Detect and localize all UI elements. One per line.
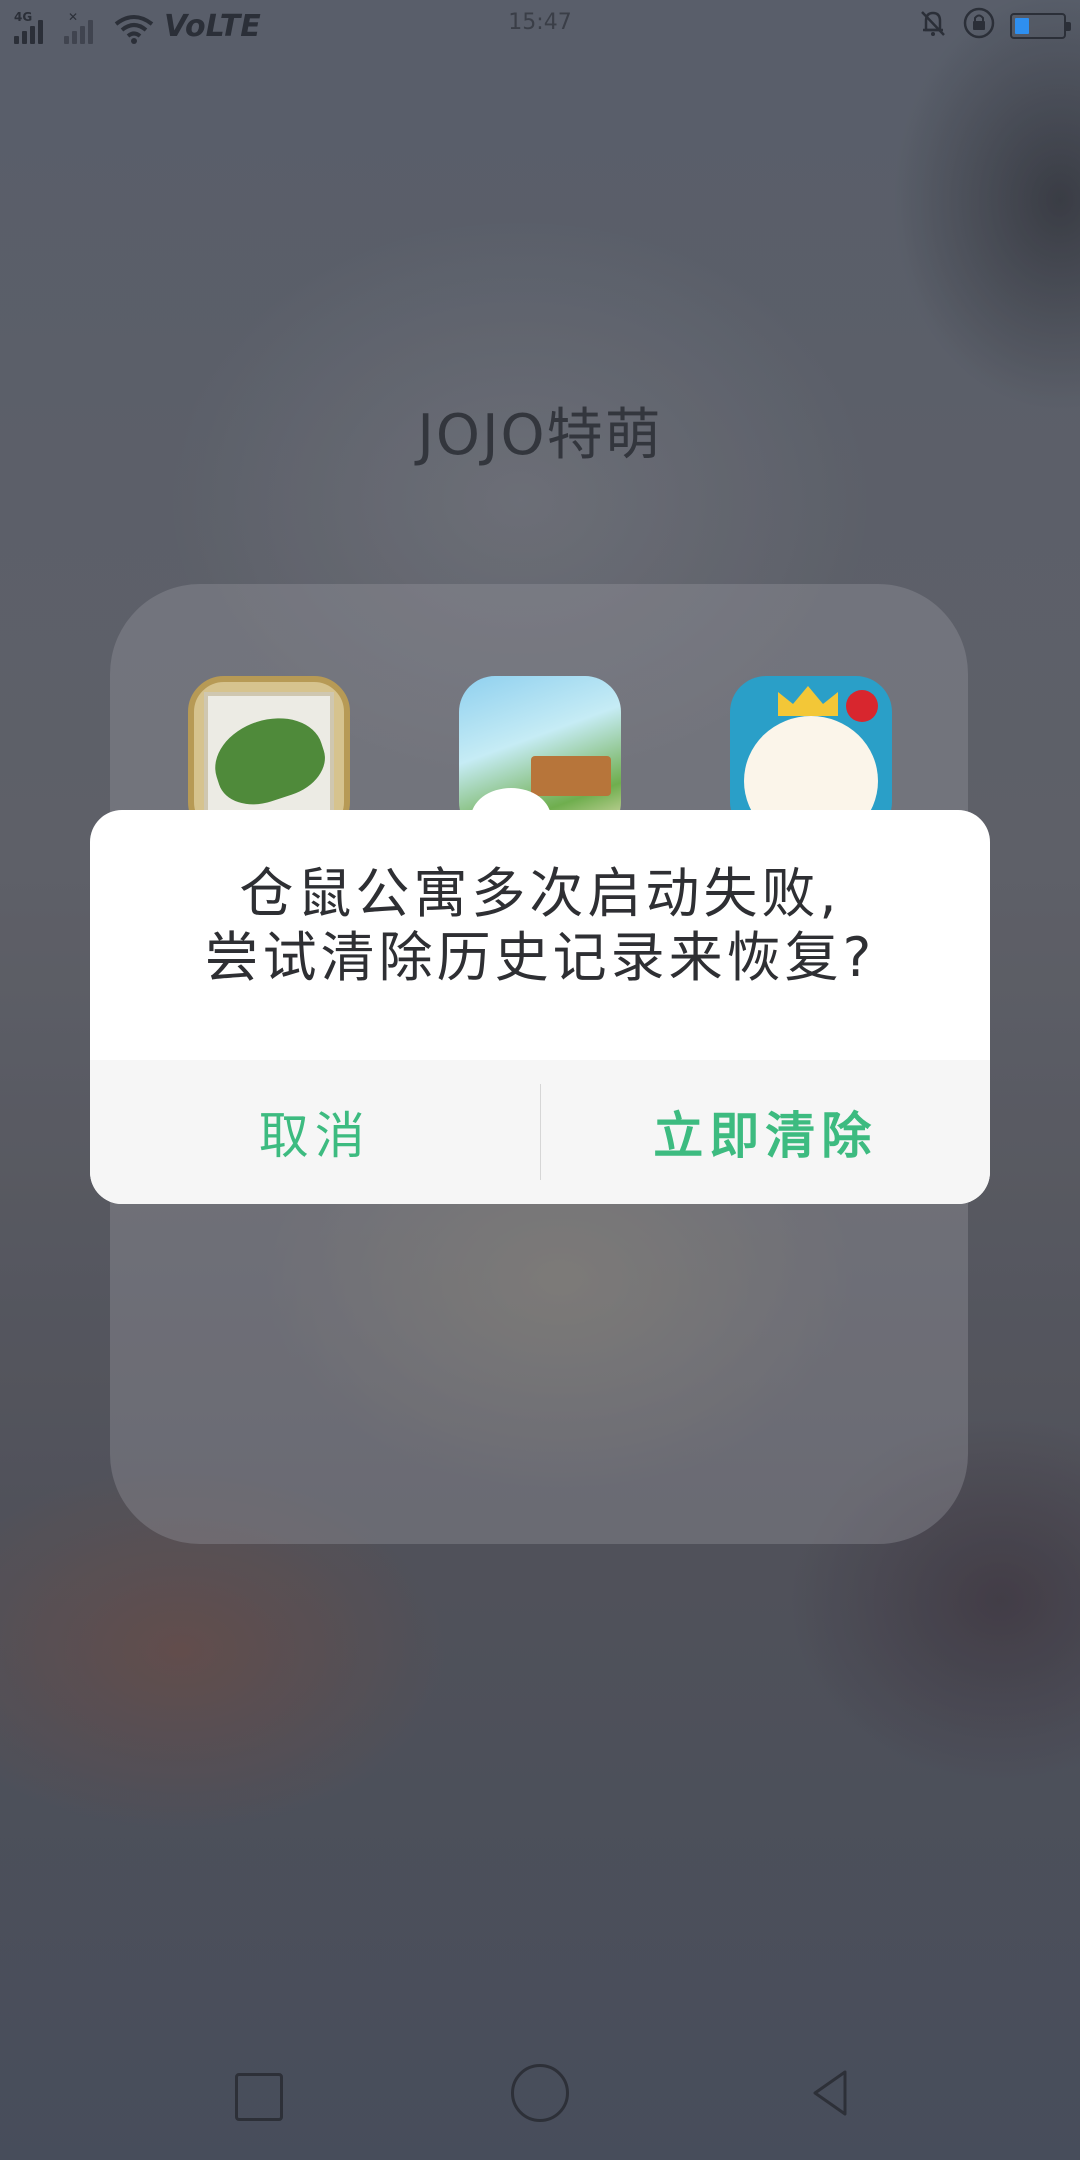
recovery-dialog: 仓鼠公寓多次启动失败, 尝试清除历史记录来恢复? 取消 立即清除 — [90, 810, 990, 1204]
status-bar: 4G ✕ VoLTE 15:47 — [0, 0, 1080, 54]
battery-icon — [1010, 13, 1071, 39]
rotation-lock-icon — [962, 6, 996, 46]
navigation-bar — [0, 2040, 1080, 2140]
battery-fill — [1015, 18, 1029, 34]
back-triangle-icon — [813, 2070, 847, 2116]
folder-title: JOJO特萌 — [417, 403, 663, 468]
back-button[interactable] — [795, 2058, 865, 2128]
dialog-actions: 取消 立即清除 — [90, 1060, 990, 1204]
recent-apps-button[interactable] — [220, 2058, 290, 2128]
mute-bell-icon — [918, 8, 948, 44]
dialog-message-line2: 尝试清除历史记录来恢复? — [204, 926, 876, 989]
cancel-button[interactable]: 取消 — [90, 1060, 540, 1204]
clear-now-button[interactable]: 立即清除 — [541, 1060, 991, 1204]
dialog-message-line1: 仓鼠公寓多次启动失败, — [239, 862, 841, 925]
status-right — [918, 6, 1071, 46]
dialog-message: 仓鼠公寓多次启动失败, 尝试清除历史记录来恢复? — [90, 862, 990, 990]
home-button[interactable] — [505, 2058, 575, 2128]
